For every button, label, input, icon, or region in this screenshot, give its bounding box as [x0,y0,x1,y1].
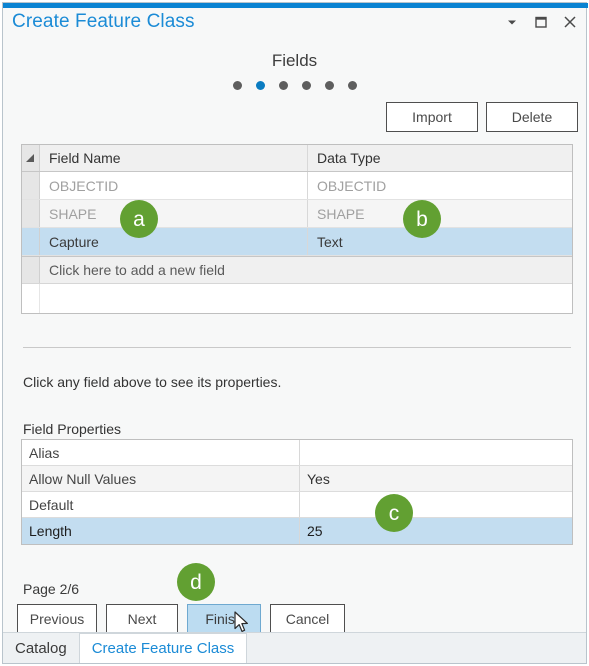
page-title: Fields [271,51,318,70]
step-dot-5[interactable] [324,81,334,90]
property-row-alias[interactable]: Alias [22,440,572,466]
grid-empty-gutter [22,284,40,313]
window-title: Create Feature Class [12,11,195,32]
step-dot-2[interactable] [255,81,265,90]
table-row[interactable]: OBJECTID OBJECTID [22,172,572,200]
page-indicator-label: Page 2/6 [23,581,80,597]
property-key: Default [22,492,300,517]
maximize-icon[interactable] [533,14,549,30]
property-key: Alias [22,440,300,465]
close-icon[interactable] [562,14,578,30]
grid-corner-cell[interactable] [22,145,40,171]
table-row[interactable]: SHAPE SHAPE [22,200,572,228]
add-new-field-row[interactable]: Click here to add a new field [22,256,572,284]
window-controls [504,14,578,30]
step-dot-6[interactable] [347,81,357,90]
field-properties-label: Field Properties [23,421,122,437]
row-selector[interactable] [22,257,40,283]
table-row-selected[interactable]: Capture Text [22,228,572,256]
property-row-length[interactable]: Length 25 [22,518,572,544]
column-header-data-type[interactable]: Data Type [308,145,572,171]
delete-button[interactable]: Delete [486,102,578,132]
step-dot-3[interactable] [278,81,288,90]
previous-button[interactable]: Previous [17,604,97,634]
create-feature-class-window: Create Feature Class Fields Import Delet… [2,2,588,664]
fields-grid[interactable]: Field Name Data Type OBJECTID OBJECTID S… [21,144,573,314]
step-dot-4[interactable] [301,81,311,90]
chevron-down-icon[interactable] [504,14,520,30]
step-dot-1[interactable] [232,81,242,90]
document-tab-bar: Catalog Create Feature Class [3,632,586,663]
row-selector[interactable] [22,228,40,255]
screenshot-root: Create Feature Class Fields Import Delet… [0,0,589,666]
cell-field-name[interactable]: SHAPE [40,200,308,227]
cancel-button[interactable]: Cancel [270,604,345,634]
row-selector[interactable] [22,200,40,227]
cell-field-name[interactable]: Capture [40,228,308,255]
add-new-field-label[interactable]: Click here to add a new field [40,257,572,283]
window-titlebar: Create Feature Class [3,8,586,43]
property-row-default[interactable]: Default [22,492,572,518]
annotation-badge-b: b [403,200,441,238]
property-value[interactable] [300,492,572,517]
tab-create-feature-class[interactable]: Create Feature Class [78,633,248,663]
field-properties-table[interactable]: Alias Allow Null Values Yes Default Leng… [21,439,573,545]
cell-data-type[interactable]: OBJECTID [308,172,572,199]
finish-button[interactable]: Finish [187,604,261,634]
cell-data-type[interactable]: Text [308,228,572,255]
property-key: Length [22,518,300,544]
step-indicator [3,81,586,90]
select-all-triangle-icon [26,154,34,162]
properties-hint: Click any field above to see its propert… [23,374,282,390]
row-selector[interactable] [22,172,40,199]
tab-catalog[interactable]: Catalog [3,633,79,663]
fields-grid-header: Field Name Data Type [22,145,572,172]
column-header-field-name[interactable]: Field Name [40,145,308,171]
next-button[interactable]: Next [106,604,178,634]
property-value[interactable]: Yes [300,466,572,491]
property-value[interactable]: 25 [300,518,572,544]
property-row-allow-null-values[interactable]: Allow Null Values Yes [22,466,572,492]
annotation-badge-a: a [120,200,158,238]
property-value[interactable] [300,440,572,465]
import-button[interactable]: Import [386,102,478,132]
cell-field-name[interactable]: OBJECTID [40,172,308,199]
annotation-badge-c: c [375,494,413,532]
annotation-badge-d: d [177,563,215,601]
property-key: Allow Null Values [22,466,300,491]
section-divider [23,347,571,348]
wizard-navigation: Previous Next Finish Cancel [17,604,345,634]
grid-empty-area [22,284,572,313]
